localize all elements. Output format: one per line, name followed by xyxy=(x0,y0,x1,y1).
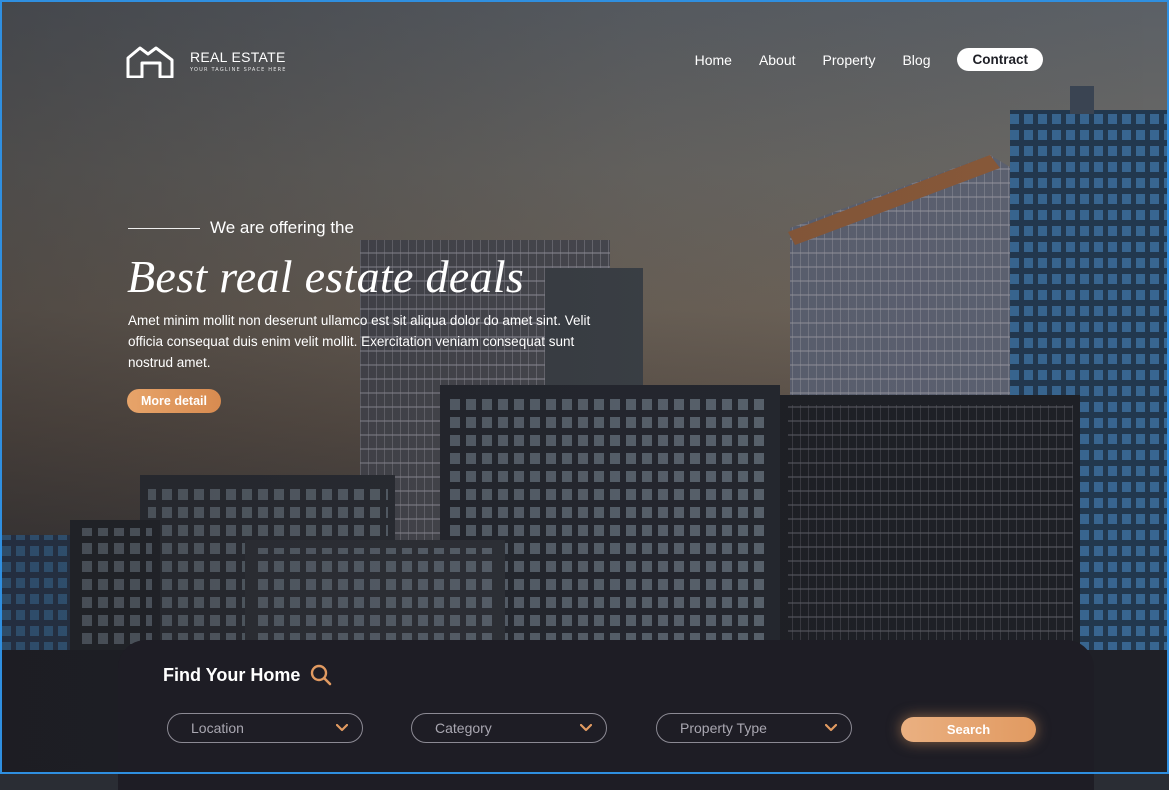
eyebrow-divider xyxy=(128,227,200,229)
search-button[interactable]: Search xyxy=(901,717,1036,742)
contract-button[interactable]: Contract xyxy=(957,48,1043,71)
brand-tagline: YOUR TAGLINE SPACE HERE xyxy=(190,67,287,73)
brand-name: REAL ESTATE xyxy=(190,49,286,65)
chevron-down-icon xyxy=(825,724,837,732)
nav-home[interactable]: Home xyxy=(695,52,732,68)
search-panel-title: Find Your Home xyxy=(163,664,332,686)
hero-description: Amet minim mollit non deserunt ullamco e… xyxy=(128,313,591,370)
eyebrow-text: We are offering the xyxy=(210,218,354,237)
property-type-select[interactable]: Property Type xyxy=(656,713,852,743)
hero-headline: Best real estate deals xyxy=(127,251,525,302)
search-panel: Find Your Home Location Category Propert… xyxy=(118,640,1094,790)
location-select-label: Location xyxy=(191,720,244,736)
category-select-label: Category xyxy=(435,720,492,736)
search-panel-heading: Find Your Home xyxy=(163,664,301,685)
nav-property[interactable]: Property xyxy=(823,52,876,68)
more-detail-button[interactable]: More detail xyxy=(127,389,221,413)
chevron-down-icon xyxy=(580,724,592,732)
house-icon xyxy=(126,46,174,78)
main-nav: Home About Property Blog Contract xyxy=(695,48,1043,71)
search-icon xyxy=(311,664,332,686)
location-select[interactable]: Location xyxy=(167,713,363,743)
property-type-select-label: Property Type xyxy=(680,720,767,736)
brand-logo[interactable]: REAL ESTATE YOUR TAGLINE SPACE HERE xyxy=(126,44,287,78)
nav-blog[interactable]: Blog xyxy=(902,52,930,68)
hero-eyebrow: We are offering the xyxy=(128,218,354,238)
chevron-down-icon xyxy=(336,724,348,732)
category-select[interactable]: Category xyxy=(411,713,607,743)
nav-about[interactable]: About xyxy=(759,52,796,68)
